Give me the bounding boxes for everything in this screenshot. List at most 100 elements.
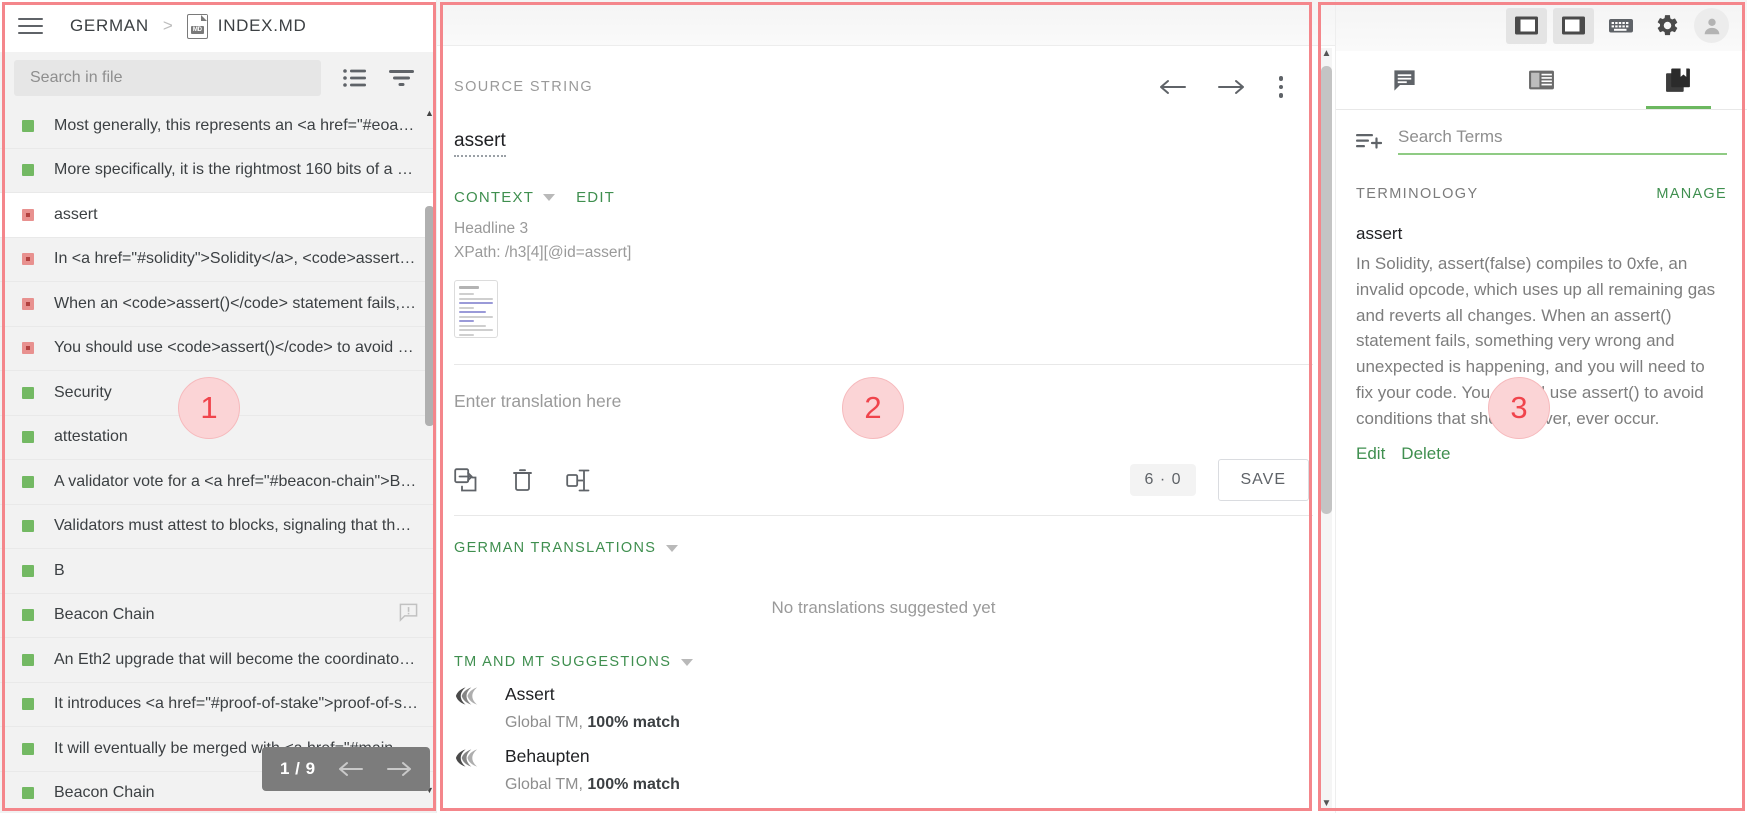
kebab-menu-icon[interactable]: [1275, 72, 1288, 102]
segment-status-icon: [22, 342, 34, 355]
toggle-right-panel-button[interactable]: [1553, 7, 1594, 44]
chevron-down-icon[interactable]: [543, 193, 556, 201]
right-panel-toolbar: [1336, 0, 1747, 51]
editor-body: SOURCE STRING assert CONTEXT EDIT Headli: [437, 46, 1335, 813]
tm-suggestion-row[interactable]: Behaupten Global TM, 100% match: [437, 732, 1313, 794]
context-xpath: XPath: /h3[4][@id=assert]: [454, 243, 632, 261]
copy-source-icon[interactable]: [454, 468, 479, 493]
editor-toolbar-strip: [437, 0, 1335, 46]
segment-label: Validators must attest to blocks, signal…: [54, 517, 412, 535]
filter-icon[interactable]: [389, 68, 414, 88]
edit-term-link[interactable]: Edit: [1356, 444, 1385, 464]
segment-list[interactable]: Most generally, this represents an <a hr…: [0, 104, 436, 813]
segment-row[interactable]: When an <code>assert()</code> statement …: [0, 282, 436, 327]
translation-input[interactable]: Enter translation here: [437, 365, 1313, 449]
segment-row[interactable]: It introduces <a href="#proof-of-stake">…: [0, 683, 436, 727]
glossary-panel: TERMINOLOGY MANAGE assert In Solidity, a…: [1335, 0, 1747, 813]
segment-row[interactable]: Security: [0, 371, 436, 416]
save-button[interactable]: SAVE: [1217, 459, 1309, 502]
editor-panel: SOURCE STRING assert CONTEXT EDIT Headli: [436, 0, 1335, 813]
delete-term-link[interactable]: Delete: [1401, 444, 1450, 464]
segment-row[interactable]: Most generally, this represents an <a hr…: [0, 104, 436, 149]
segment-label: When an <code>assert()</code> statement …: [54, 294, 418, 312]
segment-status-icon: [22, 119, 34, 132]
segment-row[interactable]: More specifically, it is the rightmost 1…: [0, 149, 436, 193]
source-string-header: SOURCE STRING: [437, 46, 1313, 102]
prev-page-icon[interactable]: [338, 760, 364, 778]
search-input[interactable]: [30, 69, 305, 87]
terminology-header: TERMINOLOGY MANAGE: [1336, 172, 1747, 202]
glossary-book-icon: [1665, 67, 1692, 94]
segment-status-icon: [22, 253, 34, 266]
settings-button[interactable]: [1647, 8, 1688, 44]
left-panel-header: GERMAN > MD INDEX.MD: [0, 0, 436, 52]
breadcrumb-file[interactable]: MD INDEX.MD: [186, 13, 307, 39]
suggestion-meta: Global TM, 100% match: [505, 776, 680, 794]
segment-status-icon: [22, 609, 34, 622]
previous-string-icon[interactable]: [1159, 77, 1187, 97]
tm-engine-icon: [454, 746, 481, 770]
search-in-file-box[interactable]: [14, 60, 321, 96]
manage-terminology-button[interactable]: MANAGE: [1656, 186, 1727, 202]
terminology-label: TERMINOLOGY: [1356, 186, 1479, 202]
hamburger-icon[interactable]: [18, 11, 48, 41]
search-row: [0, 52, 436, 104]
toggle-left-panel-button[interactable]: [1506, 7, 1547, 44]
add-term-icon[interactable]: [1356, 130, 1382, 152]
search-terms-box[interactable]: [1398, 127, 1727, 155]
segment-row[interactable]: Validators must attest to blocks, signal…: [0, 505, 436, 549]
next-string-icon[interactable]: [1217, 77, 1245, 97]
context-row: CONTEXT EDIT: [454, 189, 1313, 206]
context-label[interactable]: CONTEXT: [454, 189, 534, 206]
user-avatar-icon[interactable]: [1694, 8, 1729, 43]
segment-row[interactable]: B: [0, 549, 436, 594]
list-view-icon[interactable]: [343, 68, 367, 88]
segment-row[interactable]: An Eth2 upgrade that will become the coo…: [0, 638, 436, 683]
insert-tag-icon[interactable]: [566, 468, 591, 493]
segment-label: Beacon Chain: [54, 606, 155, 624]
breadcrumb-separator: >: [162, 16, 173, 35]
breadcrumb-file-label: INDEX.MD: [217, 16, 307, 35]
segment-status-icon: [22, 208, 34, 221]
source-string-text[interactable]: assert: [454, 130, 506, 157]
editor-scrollbar[interactable]: ▲ ▼: [1321, 48, 1332, 809]
search-terms-input[interactable]: [1398, 127, 1727, 147]
chevron-down-icon[interactable]: [666, 544, 679, 552]
tm-suggestion-row[interactable]: Assert Global TM, 100% match: [437, 670, 1313, 732]
tm-mt-suggestions-section: TM AND MT SUGGESTIONS Assert Global TM, 1…: [437, 648, 1313, 794]
tab-glossary[interactable]: [1610, 51, 1747, 109]
context-edit-button[interactable]: EDIT: [576, 189, 615, 206]
german-translations-label[interactable]: GERMAN TRANSLATIONS: [454, 540, 1313, 556]
keyboard-shortcuts-button[interactable]: [1600, 8, 1641, 44]
next-page-icon[interactable]: [386, 760, 412, 778]
clear-translation-icon[interactable]: [512, 468, 533, 493]
context-thumbnail[interactable]: [454, 280, 498, 339]
tm-mt-suggestions-label[interactable]: TM AND MT SUGGESTIONS: [454, 654, 1313, 670]
breadcrumb-project[interactable]: GERMAN: [70, 16, 149, 36]
chevron-down-icon[interactable]: [681, 658, 694, 666]
segment-row[interactable]: You should use <code>assert()</code> to …: [0, 327, 436, 371]
tab-reference[interactable]: [1473, 51, 1610, 109]
segment-row[interactable]: assert: [0, 193, 436, 238]
segment-row[interactable]: Beacon Chain: [0, 594, 436, 638]
pagination-control[interactable]: 1 / 9: [262, 747, 430, 791]
segment-status-icon: [22, 653, 34, 666]
term-entry: assert In Solidity, assert(false) compil…: [1336, 202, 1747, 464]
segment-comment-icon[interactable]: [399, 603, 418, 627]
segments-panel: GERMAN > MD INDEX.MD Most generally, thi…: [0, 0, 436, 813]
segment-status-icon: [22, 698, 34, 711]
source-string-label: SOURCE STRING: [454, 78, 594, 95]
segment-row[interactable]: In <a href="#solidity">Solidity</a>, <co…: [0, 238, 436, 282]
segment-row[interactable]: attestation: [0, 416, 436, 460]
markdown-file-icon: MD: [186, 13, 208, 39]
segment-status-icon: [22, 787, 34, 800]
segment-label: An Eth2 upgrade that will become the coo…: [54, 650, 418, 668]
segment-row[interactable]: A validator vote for a <a href="#beacon-…: [0, 460, 436, 505]
tab-comments[interactable]: [1336, 51, 1473, 109]
segment-status-icon: [22, 297, 34, 310]
term-search-row: [1336, 110, 1747, 172]
segment-label: In <a href="#solidity">Solidity</a>, <co…: [54, 250, 418, 268]
segment-status-icon: [22, 475, 34, 488]
page-indicator: 1 / 9: [280, 759, 316, 778]
segment-list-scrollbar[interactable]: ▲ ▼: [425, 108, 434, 795]
